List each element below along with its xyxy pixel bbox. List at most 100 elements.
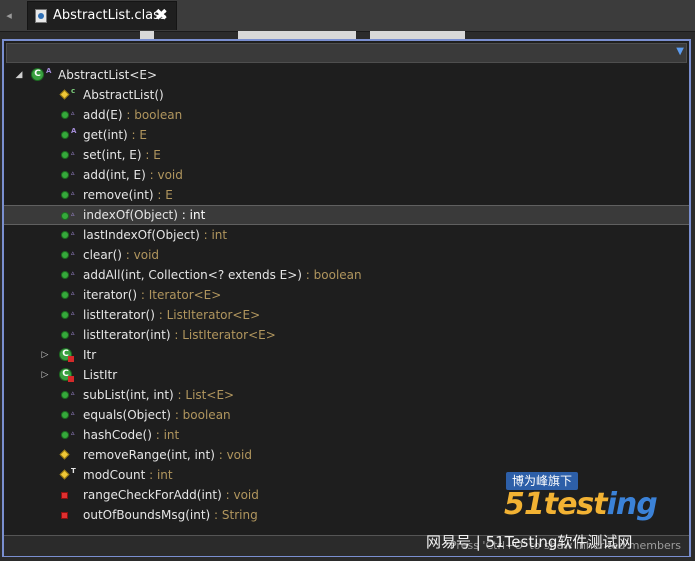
watermark-logo-tail: ing	[606, 487, 658, 522]
tree-item-label: remove(int) : E	[83, 185, 173, 205]
tree-row[interactable]: ▵ remove(int) : E	[4, 185, 689, 205]
member-type: : int	[145, 468, 173, 482]
tree-item-label: add(E) : boolean	[83, 105, 182, 125]
tree-row[interactable]: ▵ add(int, E) : void	[4, 165, 689, 185]
tree-row[interactable]: c AbstractList()	[4, 85, 689, 105]
member-type: : boolean	[122, 108, 183, 122]
tree-item-label: lastIndexOf(Object) : int	[83, 225, 227, 245]
tree-row[interactable]: ▵ iterator() : Iterator<E>	[4, 285, 689, 305]
public-method-icon	[61, 231, 69, 239]
tree-row[interactable]: ▵ equals(Object) : boolean	[4, 405, 689, 425]
member-type: : E	[141, 148, 161, 162]
member-type: : int	[151, 428, 180, 442]
tree-item-label: iterator() : Iterator<E>	[83, 285, 221, 305]
override-overlay-icon: ▵	[71, 229, 75, 237]
public-method-icon	[61, 271, 69, 279]
tree-row[interactable]: ▷ C ListItr	[4, 365, 689, 385]
abstract-overlay-icon: A	[71, 127, 77, 135]
tree-row[interactable]: removeRange(int, int) : void	[4, 445, 689, 465]
class-icon: C	[31, 68, 44, 81]
member-name: lastIndexOf(Object)	[83, 228, 200, 242]
public-method-icon	[61, 391, 69, 399]
editor-tab-bar: ◂ AbstractList.class ✖	[0, 0, 695, 32]
tree-item-label: listIterator(int) : ListIterator<E>	[83, 325, 276, 345]
public-method-icon	[61, 212, 69, 220]
protected-method-icon	[59, 449, 70, 460]
override-overlay-icon: ▵	[71, 329, 75, 337]
public-method-icon	[61, 431, 69, 439]
expand-arrow-icon[interactable]: ▷	[40, 345, 50, 365]
tree-item-label: ListItr	[83, 365, 117, 385]
close-tab-icon[interactable]: ✖	[155, 5, 168, 24]
override-overlay-icon: ▵	[71, 309, 75, 317]
private-overlay-icon	[68, 376, 74, 382]
override-overlay-icon: ▵	[71, 189, 75, 197]
member-name: subList(int, int)	[83, 388, 174, 402]
inner-class-icon: C	[59, 368, 74, 382]
member-name: clear()	[83, 248, 122, 262]
tree-row[interactable]: ▵ add(E) : boolean	[4, 105, 689, 125]
tree-item-label: AbstractList()	[83, 85, 164, 105]
background-editor-fragment	[140, 31, 154, 39]
member-type: : void	[221, 488, 259, 502]
tree-row[interactable]: ▵ listIterator(int) : ListIterator<E>	[4, 325, 689, 345]
tree-row[interactable]: ▷ C Itr	[4, 345, 689, 365]
override-overlay-icon: ▵	[71, 149, 75, 157]
member-type: : List<E>	[173, 388, 235, 402]
public-method-icon	[61, 411, 69, 419]
member-type: : void	[145, 168, 183, 182]
tab-overflow-icon[interactable]: ◂	[0, 7, 18, 25]
public-method-icon	[61, 311, 69, 319]
tree-item-label: modCount : int	[83, 465, 173, 485]
tab-abstractlist-class[interactable]: AbstractList.class ✖	[27, 1, 177, 30]
class-file-icon	[35, 9, 47, 23]
tree-row[interactable]: Aget(int) : E	[4, 125, 689, 145]
member-name: get(int)	[83, 128, 128, 142]
member-name: Itr	[83, 348, 97, 362]
expand-arrow-icon[interactable]: ▷	[40, 365, 50, 385]
member-name: outOfBoundsMsg(int)	[83, 508, 211, 522]
watermark-footer: 网易号 | 51Testing软件测试网	[426, 533, 633, 551]
tree-row[interactable]: ▵ addAll(int, Collection<? extends E>) : …	[4, 265, 689, 285]
member-type: : ListIterator<E>	[154, 308, 261, 322]
tree-row[interactable]: ▵ set(int, E) : E	[4, 145, 689, 165]
member-name: modCount	[83, 468, 146, 482]
override-overlay-icon: ▵	[71, 389, 75, 397]
override-overlay-icon: ▵	[71, 169, 75, 177]
private-overlay-icon	[68, 356, 74, 362]
constructor-overlay-icon: c	[71, 87, 76, 95]
member-type: : boolean	[301, 268, 362, 282]
tree-row[interactable]: ▵ clear() : void	[4, 245, 689, 265]
member-name: listIterator(int)	[83, 328, 171, 342]
tree-row[interactable]: ▵ indexOf(Object) : int	[4, 205, 689, 225]
view-menu-icon[interactable]: ▼	[676, 46, 684, 57]
tree-item-label: rangeCheckForAdd(int) : void	[83, 485, 259, 505]
member-name: indexOf(Object)	[83, 208, 178, 222]
tree-item-label: listIterator() : ListIterator<E>	[83, 305, 260, 325]
member-type: : Iterator<E>	[137, 288, 222, 302]
tree-item-label: equals(Object) : boolean	[83, 405, 231, 425]
tree-row[interactable]: ▵ hashCode() : int	[4, 425, 689, 445]
tree-root-row[interactable]: ◢ C A AbstractList<E>	[4, 65, 689, 85]
member-type: : void	[121, 248, 160, 262]
collapse-arrow-icon[interactable]: ◢	[14, 65, 24, 85]
member-type: : boolean	[171, 408, 231, 422]
public-method-icon	[61, 291, 69, 299]
member-name: remove(int)	[83, 188, 154, 202]
member-name: AbstractList()	[83, 88, 164, 102]
background-editor-fragment	[238, 31, 356, 39]
filter-overlay: ▼	[6, 43, 687, 63]
inner-class-icon: C	[59, 348, 74, 362]
root-class-label: AbstractList<E>	[58, 68, 158, 82]
tree-row[interactable]: ▵ subList(int, int) : List<E>	[4, 385, 689, 405]
tree-item-label: outOfBoundsMsg(int) : String	[83, 505, 258, 525]
member-name: add(int, E)	[83, 168, 146, 182]
tree-item-label: addAll(int, Collection<? extends E>) : b…	[83, 265, 362, 285]
tree-item-label: removeRange(int, int) : void	[83, 445, 252, 465]
tree-row[interactable]: ▵ listIterator() : ListIterator<E>	[4, 305, 689, 325]
tree-row[interactable]: ▵ lastIndexOf(Object) : int	[4, 225, 689, 245]
tree-row[interactable]: TmodCount : int	[4, 465, 689, 485]
tree-item-label: hashCode() : int	[83, 425, 179, 445]
tree-item-label: set(int, E) : E	[83, 145, 161, 165]
member-type: : int	[199, 228, 228, 242]
